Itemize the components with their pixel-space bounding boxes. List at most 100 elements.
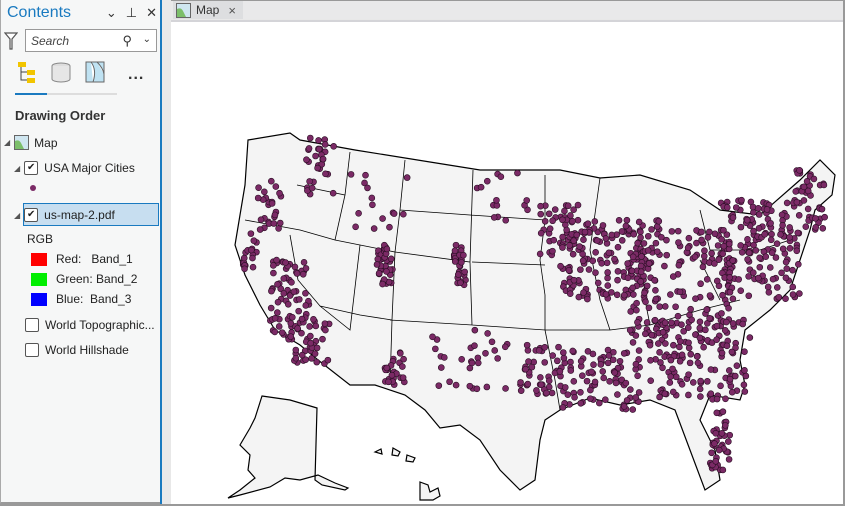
city-point[interactable] (399, 363, 406, 370)
city-point[interactable] (596, 399, 603, 407)
city-point[interactable] (276, 189, 283, 197)
city-point[interactable] (620, 403, 628, 410)
city-point[interactable] (713, 322, 721, 330)
city-point[interactable] (661, 319, 669, 326)
city-point[interactable] (440, 354, 448, 361)
city-point[interactable] (786, 244, 794, 252)
city-point[interactable] (458, 258, 465, 266)
city-point[interactable] (737, 223, 745, 231)
city-point[interactable] (249, 263, 257, 271)
city-point[interactable] (584, 220, 592, 228)
city-point[interactable] (312, 322, 320, 330)
layer-world-hillshade[interactable]: World Hillshade (25, 343, 129, 357)
city-point[interactable] (579, 250, 586, 258)
city-point[interactable] (569, 250, 577, 258)
city-point[interactable] (658, 233, 665, 241)
city-point[interactable] (694, 359, 702, 367)
city-point[interactable] (379, 280, 386, 288)
city-point[interactable] (560, 354, 568, 362)
visibility-checkbox[interactable] (25, 343, 39, 357)
city-point[interactable] (298, 315, 306, 323)
city-point[interactable] (819, 225, 827, 232)
city-point[interactable] (676, 343, 683, 351)
city-point[interactable] (763, 206, 771, 213)
city-point[interactable] (583, 377, 591, 385)
city-point[interactable] (241, 265, 248, 273)
city-point[interactable] (541, 359, 549, 366)
city-point[interactable] (789, 283, 797, 291)
city-point[interactable] (692, 295, 699, 302)
city-point[interactable] (307, 339, 314, 347)
city-point[interactable] (584, 348, 592, 355)
city-point[interactable] (706, 228, 713, 236)
city-point[interactable] (702, 326, 709, 334)
city-point[interactable] (491, 347, 499, 354)
city-point[interactable] (623, 397, 631, 404)
city-point[interactable] (689, 379, 697, 386)
pin-icon[interactable]: ⊥ (126, 5, 137, 21)
city-point[interactable] (663, 251, 670, 259)
city-point[interactable] (691, 253, 699, 261)
city-point[interactable] (713, 277, 721, 285)
city-point[interactable] (778, 211, 786, 219)
city-point[interactable] (792, 188, 800, 195)
city-point[interactable] (741, 348, 748, 356)
city-point[interactable] (685, 339, 692, 347)
city-point[interactable] (592, 249, 599, 256)
city-point[interactable] (603, 259, 611, 267)
city-point[interactable] (383, 245, 391, 253)
city-point[interactable] (735, 276, 742, 283)
city-point[interactable] (288, 279, 295, 286)
list-by-data-source-icon[interactable] (49, 60, 73, 84)
city-point[interactable] (744, 256, 751, 263)
city-point[interactable] (717, 382, 724, 390)
city-point[interactable] (661, 262, 668, 270)
city-point[interactable] (796, 167, 803, 174)
city-point[interactable] (667, 373, 674, 380)
city-point[interactable] (795, 212, 803, 219)
city-point[interactable] (616, 357, 624, 365)
city-point[interactable] (387, 255, 395, 263)
city-point[interactable] (777, 231, 784, 238)
city-point[interactable] (656, 393, 663, 401)
city-point[interactable] (571, 394, 578, 401)
city-point[interactable] (566, 290, 574, 297)
city-point[interactable] (579, 257, 587, 265)
city-point[interactable] (662, 340, 669, 347)
city-point[interactable] (743, 216, 751, 224)
city-point[interactable] (646, 341, 654, 349)
city-point[interactable] (517, 387, 525, 394)
city-point[interactable] (675, 261, 683, 269)
city-point[interactable] (268, 200, 276, 207)
city-point[interactable] (375, 270, 383, 277)
city-point[interactable] (676, 338, 684, 345)
city-point[interactable] (284, 300, 292, 308)
city-point[interactable] (559, 216, 566, 224)
city-point[interactable] (745, 292, 753, 300)
city-point[interactable] (275, 323, 283, 330)
city-point[interactable] (718, 430, 726, 437)
city-point[interactable] (303, 156, 310, 164)
city-point[interactable] (622, 222, 630, 230)
city-point[interactable] (287, 320, 295, 327)
city-point[interactable] (257, 216, 265, 223)
city-point[interactable] (645, 260, 653, 267)
city-point[interactable] (713, 395, 721, 403)
city-point[interactable] (789, 291, 797, 298)
city-point[interactable] (312, 152, 319, 160)
city-point[interactable] (615, 216, 623, 224)
list-by-selection-icon[interactable] (83, 60, 107, 84)
city-point[interactable] (493, 196, 500, 204)
city-point[interactable] (483, 177, 491, 185)
city-point[interactable] (754, 204, 762, 212)
city-point[interactable] (454, 271, 462, 278)
city-point[interactable] (611, 369, 619, 376)
city-point[interactable] (429, 333, 436, 341)
city-point[interactable] (737, 287, 745, 295)
city-point[interactable] (565, 266, 573, 274)
city-point[interactable] (559, 244, 566, 251)
city-point[interactable] (379, 215, 386, 222)
city-point[interactable] (723, 204, 731, 211)
city-point[interactable] (282, 259, 289, 266)
city-point[interactable] (599, 222, 607, 229)
